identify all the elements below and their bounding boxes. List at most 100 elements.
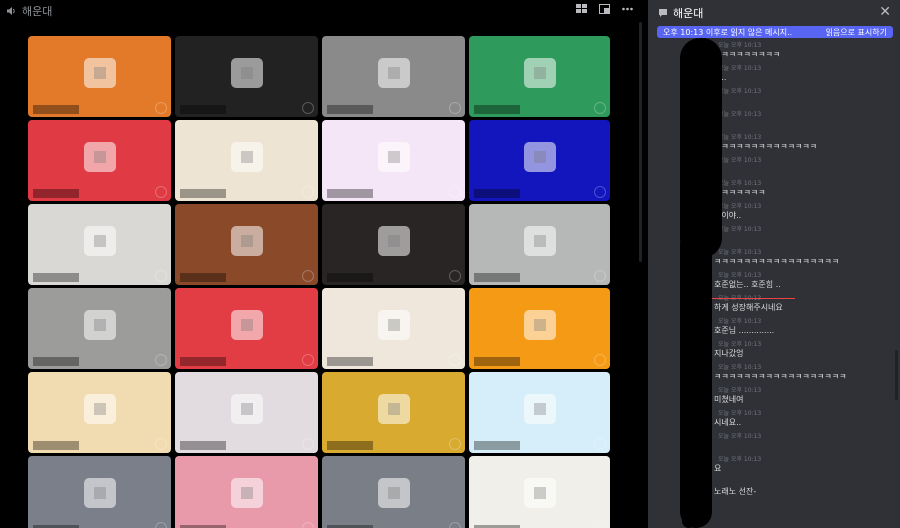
message-text: ㅋㅋㅋㅋㅋㅋㅋㅋㅋ — [714, 50, 781, 59]
avatar — [230, 226, 263, 257]
grid-layout-icon[interactable] — [576, 4, 587, 14]
participant-grid — [28, 36, 610, 528]
unread-label: 오후 10:13 이후로 읽지 않은 메시지.. — [663, 27, 793, 37]
mic-icon — [594, 270, 606, 282]
message-timestamp: 오늘 오후 10:13 — [718, 111, 762, 118]
video-scrollbar[interactable] — [639, 22, 642, 262]
mic-icon — [449, 270, 461, 282]
participant-tile[interactable] — [469, 204, 610, 285]
nameplate — [474, 441, 520, 450]
avatar — [523, 478, 556, 509]
mic-icon — [449, 522, 461, 528]
close-icon[interactable]: ✕ — [879, 4, 891, 20]
mic-icon — [155, 354, 167, 366]
message-timestamp: 오늘 오후 10:13 — [718, 157, 762, 164]
participant-tile[interactable] — [322, 204, 465, 285]
participant-tile[interactable] — [28, 120, 171, 201]
nameplate — [33, 105, 79, 114]
message-timestamp: 오늘 오후 10:13 — [718, 387, 762, 394]
mic-icon — [594, 438, 606, 450]
avatar — [230, 58, 263, 89]
participant-tile[interactable] — [28, 456, 171, 528]
nameplate — [180, 189, 226, 198]
video-top-bar: 해운대 — [0, 0, 643, 22]
mic-icon — [594, 102, 606, 114]
participant-tile[interactable] — [469, 456, 610, 528]
participant-tile[interactable] — [175, 288, 318, 369]
unread-banner[interactable]: 오후 10:13 이후로 읽지 않은 메시지.. 읽음으로 표시하기 — [657, 26, 893, 38]
mic-icon — [449, 354, 461, 366]
chat-bubble-icon — [659, 9, 667, 17]
participant-tile[interactable] — [28, 372, 171, 453]
avatar — [377, 226, 410, 257]
avatar — [377, 58, 410, 89]
message-text: 하게 성장해주시네요 — [714, 303, 783, 312]
message-timestamp: 오늘 오후 10:13 — [718, 272, 762, 279]
avatar — [523, 226, 556, 257]
participant-tile[interactable] — [469, 288, 610, 369]
participant-tile[interactable] — [28, 204, 171, 285]
avatar — [83, 394, 116, 425]
message-timestamp: 오늘 오후 10:13 — [718, 318, 762, 325]
nameplate — [327, 441, 373, 450]
message-text: ㅋㅋㅋㅋㅋㅋㅋㅋㅋㅋㅋㅋㅋㅋ — [714, 142, 818, 151]
avatar — [230, 310, 263, 341]
nameplate — [33, 273, 79, 282]
participant-tile[interactable] — [322, 456, 465, 528]
nameplate — [33, 357, 79, 366]
nameplate — [180, 273, 226, 282]
mark-read-button[interactable]: 읽음으로 표시하기 — [826, 27, 887, 38]
participant-tile[interactable] — [175, 372, 318, 453]
mic-icon — [594, 354, 606, 366]
participant-tile[interactable] — [28, 288, 171, 369]
chat-scrollbar[interactable] — [895, 350, 898, 400]
participant-tile[interactable] — [469, 36, 610, 117]
message-timestamp: 오늘 오후 10:13 — [718, 341, 762, 348]
channel-label: 해운대 — [6, 3, 52, 19]
nameplate — [327, 273, 373, 282]
nameplate — [327, 105, 373, 114]
mic-icon — [449, 186, 461, 198]
avatar — [523, 142, 556, 173]
message-text: ㅋㅋㅋㅋㅋㅋㅋㅋㅋㅋㅋㅋㅋㅋㅋㅋㅋㅋ — [714, 372, 847, 381]
avatar — [230, 142, 263, 173]
mic-icon — [155, 438, 167, 450]
message-timestamp: 오늘 오후 10:13 — [718, 226, 762, 233]
avatar — [83, 478, 116, 509]
avatar — [377, 394, 410, 425]
nameplate — [180, 105, 226, 114]
participant-tile[interactable] — [322, 120, 465, 201]
nameplate — [33, 441, 79, 450]
avatar — [377, 142, 410, 173]
nameplate — [474, 357, 520, 366]
participant-tile[interactable] — [469, 120, 610, 201]
message-text: 호준없는.. 호준힘 .. — [714, 280, 781, 289]
participant-tile[interactable] — [322, 36, 465, 117]
participant-tile[interactable] — [175, 204, 318, 285]
participant-tile[interactable] — [28, 36, 171, 117]
avatar — [377, 310, 410, 341]
nameplate — [180, 357, 226, 366]
avatar — [83, 58, 116, 89]
mic-icon — [302, 186, 314, 198]
message-timestamp: 오늘 오후 10:13 — [718, 203, 762, 210]
nameplate — [474, 105, 520, 114]
participant-tile[interactable] — [175, 36, 318, 117]
participant-tile[interactable] — [175, 456, 318, 528]
mic-icon — [594, 522, 606, 528]
participant-tile[interactable] — [469, 372, 610, 453]
avatar — [83, 310, 116, 341]
message-text: 호준님 .............. — [714, 326, 775, 335]
message-timestamp: 오늘 오후 10:13 — [718, 456, 762, 463]
avatar — [523, 310, 556, 341]
avatar — [523, 58, 556, 89]
participant-tile[interactable] — [322, 288, 465, 369]
popout-icon[interactable] — [599, 4, 610, 14]
mic-icon — [155, 102, 167, 114]
avatar — [230, 478, 263, 509]
participant-tile[interactable] — [175, 120, 318, 201]
nameplate — [327, 189, 373, 198]
avatar — [230, 394, 263, 425]
participant-tile[interactable] — [322, 372, 465, 453]
more-icon[interactable] — [622, 4, 633, 14]
